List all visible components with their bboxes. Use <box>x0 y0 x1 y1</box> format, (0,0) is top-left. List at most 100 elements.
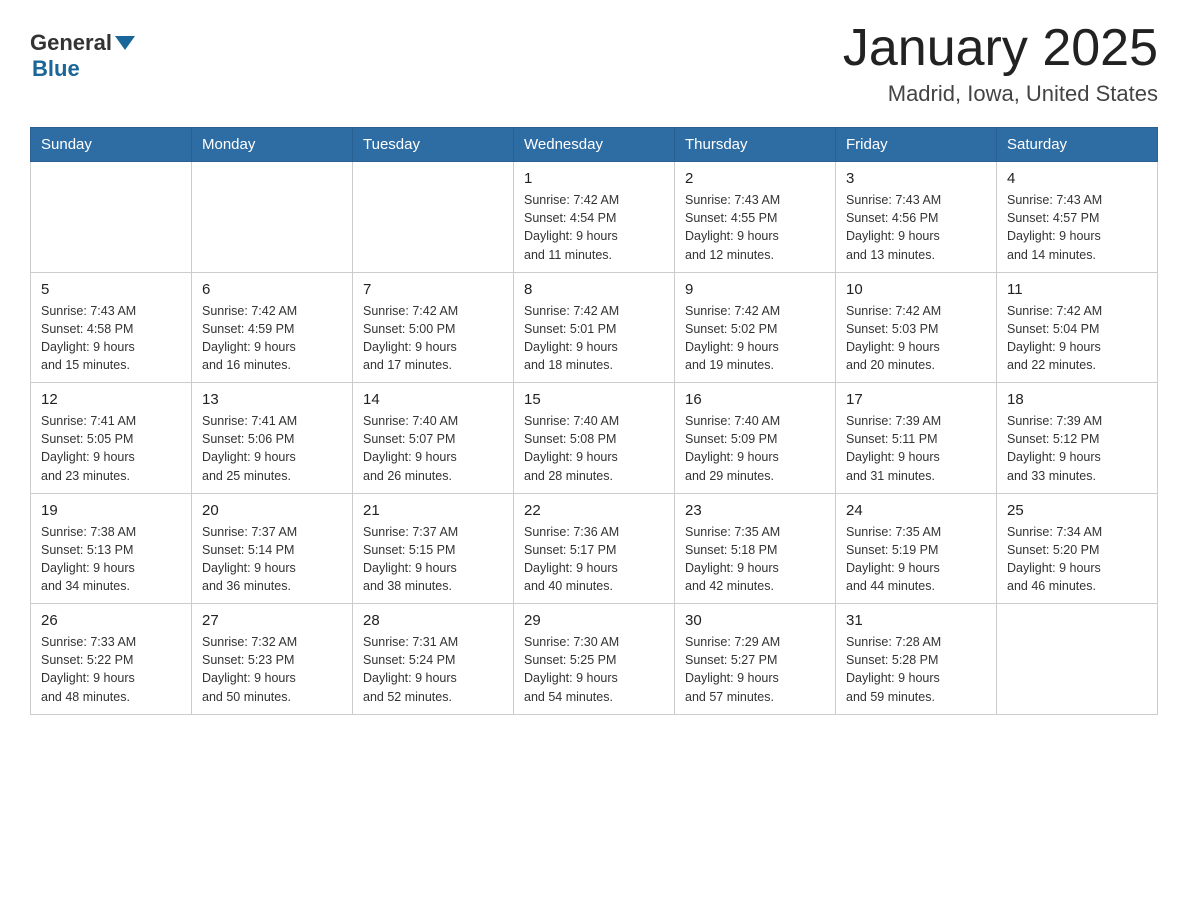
day-info: Sunrise: 7:37 AMSunset: 5:15 PMDaylight:… <box>363 523 503 596</box>
day-number: 7 <box>363 281 503 298</box>
logo-blue: Blue <box>32 56 80 82</box>
calendar-cell: 14Sunrise: 7:40 AMSunset: 5:07 PMDayligh… <box>353 383 514 494</box>
day-info: Sunrise: 7:38 AMSunset: 5:13 PMDaylight:… <box>41 523 181 596</box>
day-number: 26 <box>41 612 181 629</box>
calendar-cell: 29 Sunrise: 7:30 AMSunset: 5:25 PMDayligh… <box>514 604 675 715</box>
calendar-title: January 2025 <box>843 20 1158 77</box>
day-number: 8 <box>524 281 664 298</box>
day-info: Sunrise: 7:39 AMSunset: 5:11 PMDaylight:… <box>846 412 986 485</box>
day-number: 14 <box>363 391 503 408</box>
day-number: 5 <box>41 281 181 298</box>
day-number: 11 <box>1007 281 1147 298</box>
day-number: 3 <box>846 170 986 187</box>
day-number: 15 <box>524 391 664 408</box>
calendar-cell: 8 Sunrise: 7:42 AMSunset: 5:01 PMDaylight… <box>514 272 675 383</box>
calendar-cell: 13 Sunrise: 7:41 AMSunset: 5:06 PMDayligh… <box>192 383 353 494</box>
day-number: 21 <box>363 502 503 519</box>
calendar-cell: 30Sunrise: 7:29 AMSunset: 5:27 PMDayligh… <box>675 604 836 715</box>
calendar-subtitle: Madrid, Iowa, United States <box>843 81 1158 107</box>
day-info: Sunrise: 7:42 AMSunset: 5:02 PMDaylight:… <box>685 302 825 375</box>
calendar-cell: 6Sunrise: 7:42 AMSunset: 4:59 PMDaylight… <box>192 272 353 383</box>
day-number: 4 <box>1007 170 1147 187</box>
day-info: Sunrise: 7:30 AMSunset: 5:25 PMDaylight:… <box>524 633 664 706</box>
day-info: Sunrise: 7:34 AMSunset: 5:20 PMDaylight:… <box>1007 523 1147 596</box>
calendar-cell: 9 Sunrise: 7:42 AMSunset: 5:02 PMDaylight… <box>675 272 836 383</box>
day-number: 12 <box>41 391 181 408</box>
day-info: Sunrise: 7:39 AMSunset: 5:12 PMDaylight:… <box>1007 412 1147 485</box>
day-info: Sunrise: 7:33 AMSunset: 5:22 PMDaylight:… <box>41 633 181 706</box>
calendar-week-1: 1 Sunrise: 7:42 AMSunset: 4:54 PMDaylight… <box>31 162 1158 273</box>
day-info: Sunrise: 7:32 AMSunset: 5:23 PMDaylight:… <box>202 633 342 706</box>
calendar-week-3: 12 Sunrise: 7:41 AMSunset: 5:05 PMDayligh… <box>31 383 1158 494</box>
day-number: 28 <box>363 612 503 629</box>
calendar-cell <box>353 162 514 273</box>
day-number: 6 <box>202 281 342 298</box>
calendar-cell: 10 Sunrise: 7:42 AMSunset: 5:03 PMDayligh… <box>836 272 997 383</box>
day-info: Sunrise: 7:35 AMSunset: 5:18 PMDaylight:… <box>685 523 825 596</box>
col-friday: Friday <box>836 128 997 162</box>
day-number: 1 <box>524 170 664 187</box>
day-number: 20 <box>202 502 342 519</box>
calendar-cell <box>192 162 353 273</box>
calendar-cell: 27 Sunrise: 7:32 AMSunset: 5:23 PMDayligh… <box>192 604 353 715</box>
calendar-week-5: 26 Sunrise: 7:33 AMSunset: 5:22 PMDayligh… <box>31 604 1158 715</box>
calendar-cell: 23Sunrise: 7:35 AMSunset: 5:18 PMDayligh… <box>675 493 836 604</box>
calendar-cell <box>31 162 192 273</box>
page-header: General Blue January 2025 Madrid, Iowa, … <box>30 20 1158 107</box>
day-number: 10 <box>846 281 986 298</box>
day-number: 13 <box>202 391 342 408</box>
col-monday: Monday <box>192 128 353 162</box>
calendar-cell: 22Sunrise: 7:36 AMSunset: 5:17 PMDayligh… <box>514 493 675 604</box>
calendar-cell: 21 Sunrise: 7:37 AMSunset: 5:15 PMDayligh… <box>353 493 514 604</box>
calendar-cell: 31 Sunrise: 7:28 AMSunset: 5:28 PMDayligh… <box>836 604 997 715</box>
calendar-cell: 20Sunrise: 7:37 AMSunset: 5:14 PMDayligh… <box>192 493 353 604</box>
day-info: Sunrise: 7:41 AMSunset: 5:06 PMDaylight:… <box>202 412 342 485</box>
day-number: 24 <box>846 502 986 519</box>
day-info: Sunrise: 7:35 AMSunset: 5:19 PMDaylight:… <box>846 523 986 596</box>
calendar-cell: 3 Sunrise: 7:43 AMSunset: 4:56 PMDaylight… <box>836 162 997 273</box>
day-info: Sunrise: 7:43 AMSunset: 4:56 PMDaylight:… <box>846 191 986 264</box>
calendar-cell: 5 Sunrise: 7:43 AMSunset: 4:58 PMDaylight… <box>31 272 192 383</box>
calendar-cell: 1 Sunrise: 7:42 AMSunset: 4:54 PMDaylight… <box>514 162 675 273</box>
day-info: Sunrise: 7:43 AMSunset: 4:57 PMDaylight:… <box>1007 191 1147 264</box>
logo-general: General <box>30 30 135 56</box>
calendar-cell: 16 Sunrise: 7:40 AMSunset: 5:09 PMDayligh… <box>675 383 836 494</box>
header-row: Sunday Monday Tuesday Wednesday Thursday… <box>31 128 1158 162</box>
col-thursday: Thursday <box>675 128 836 162</box>
col-saturday: Saturday <box>997 128 1158 162</box>
col-sunday: Sunday <box>31 128 192 162</box>
day-info: Sunrise: 7:41 AMSunset: 5:05 PMDaylight:… <box>41 412 181 485</box>
day-info: Sunrise: 7:42 AMSunset: 5:03 PMDaylight:… <box>846 302 986 375</box>
day-number: 16 <box>685 391 825 408</box>
day-info: Sunrise: 7:29 AMSunset: 5:27 PMDaylight:… <box>685 633 825 706</box>
day-number: 17 <box>846 391 986 408</box>
calendar-cell: 12 Sunrise: 7:41 AMSunset: 5:05 PMDayligh… <box>31 383 192 494</box>
day-info: Sunrise: 7:42 AMSunset: 5:01 PMDaylight:… <box>524 302 664 375</box>
day-number: 31 <box>846 612 986 629</box>
day-info: Sunrise: 7:43 AMSunset: 4:58 PMDaylight:… <box>41 302 181 375</box>
calendar-cell: 25 Sunrise: 7:34 AMSunset: 5:20 PMDayligh… <box>997 493 1158 604</box>
day-number: 22 <box>524 502 664 519</box>
day-info: Sunrise: 7:28 AMSunset: 5:28 PMDaylight:… <box>846 633 986 706</box>
calendar-week-2: 5 Sunrise: 7:43 AMSunset: 4:58 PMDaylight… <box>31 272 1158 383</box>
day-info: Sunrise: 7:31 AMSunset: 5:24 PMDaylight:… <box>363 633 503 706</box>
day-info: Sunrise: 7:42 AMSunset: 5:00 PMDaylight:… <box>363 302 503 375</box>
day-info: Sunrise: 7:42 AMSunset: 4:54 PMDaylight:… <box>524 191 664 264</box>
day-number: 27 <box>202 612 342 629</box>
calendar-cell: 15Sunrise: 7:40 AMSunset: 5:08 PMDayligh… <box>514 383 675 494</box>
day-info: Sunrise: 7:40 AMSunset: 5:09 PMDaylight:… <box>685 412 825 485</box>
calendar-cell: 11 Sunrise: 7:42 AMSunset: 5:04 PMDayligh… <box>997 272 1158 383</box>
col-wednesday: Wednesday <box>514 128 675 162</box>
calendar-cell: 19 Sunrise: 7:38 AMSunset: 5:13 PMDayligh… <box>31 493 192 604</box>
day-number: 25 <box>1007 502 1147 519</box>
day-info: Sunrise: 7:43 AMSunset: 4:55 PMDaylight:… <box>685 191 825 264</box>
calendar-table: Sunday Monday Tuesday Wednesday Thursday… <box>30 127 1158 715</box>
day-number: 2 <box>685 170 825 187</box>
calendar-cell: 2 Sunrise: 7:43 AMSunset: 4:55 PMDaylight… <box>675 162 836 273</box>
calendar-cell: 18Sunrise: 7:39 AMSunset: 5:12 PMDayligh… <box>997 383 1158 494</box>
day-info: Sunrise: 7:42 AMSunset: 5:04 PMDaylight:… <box>1007 302 1147 375</box>
day-number: 9 <box>685 281 825 298</box>
calendar-cell: 17 Sunrise: 7:39 AMSunset: 5:11 PMDayligh… <box>836 383 997 494</box>
day-number: 29 <box>524 612 664 629</box>
day-number: 19 <box>41 502 181 519</box>
